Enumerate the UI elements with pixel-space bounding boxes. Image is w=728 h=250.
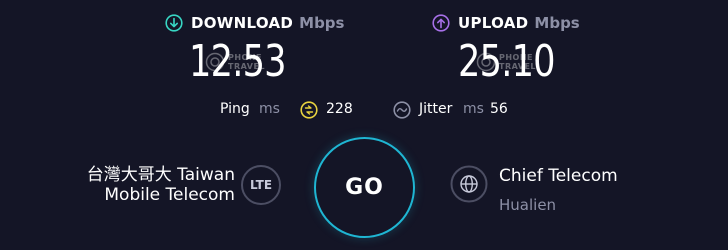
server-name[interactable]: Chief Telecom	[499, 166, 618, 186]
download-header: DOWNLOAD Mbps	[165, 14, 344, 32]
upload-label: UPLOAD	[458, 14, 529, 32]
watermark-text: PHONE TRAVEL	[499, 53, 536, 71]
watermark-text: PHONE TRAVEL	[228, 53, 265, 71]
arrow-down-circle-icon	[165, 14, 183, 32]
speedtest-result-panel: DOWNLOAD Mbps 12.53 PHONE TRAVEL UPLOAD …	[0, 0, 728, 250]
lte-badge-icon: LTE	[241, 165, 281, 205]
watermark: PHONE TRAVEL	[476, 52, 536, 72]
latency-row: Ping ms 228 Jitter ms 56	[0, 100, 728, 120]
go-button[interactable]: GO	[314, 137, 415, 238]
watermark-line2: TRAVEL	[499, 62, 537, 71]
jitter-value: 56	[490, 101, 508, 117]
ping-unit: ms	[259, 101, 280, 117]
globe-icon[interactable]	[450, 165, 488, 203]
arrow-up-circle-icon	[432, 14, 450, 32]
watermark: PHONE TRAVEL	[205, 52, 265, 72]
phone-travel-logo-icon	[476, 52, 496, 72]
server-location: Hualien	[499, 196, 557, 214]
provider-name-line1: 台灣大哥大 Taiwan	[86, 165, 235, 185]
upload-metric: UPLOAD Mbps 25.10 PHONE TRAVEL	[432, 10, 662, 90]
watermark-line1: PHONE	[228, 53, 263, 62]
go-button-label: GO	[345, 175, 384, 200]
jitter-wave-icon	[393, 101, 411, 119]
jitter-unit: ms	[463, 101, 484, 117]
ping-gauge-icon	[300, 101, 318, 119]
ping-value: 228	[326, 101, 353, 117]
download-metric: DOWNLOAD Mbps 12.53 PHONE TRAVEL	[165, 10, 395, 90]
ping-label: Ping	[220, 101, 250, 117]
provider-name: 台灣大哥大 Taiwan Mobile Telecom	[87, 165, 235, 205]
download-label: DOWNLOAD	[191, 14, 294, 32]
download-unit: Mbps	[299, 14, 345, 32]
upload-header: UPLOAD Mbps	[432, 14, 580, 32]
upload-unit: Mbps	[534, 14, 580, 32]
provider-name-line2: Mobile Telecom	[104, 185, 235, 205]
watermark-line1: PHONE	[499, 53, 534, 62]
jitter-label: Jitter	[419, 101, 453, 117]
phone-travel-logo-icon	[205, 52, 225, 72]
watermark-line2: TRAVEL	[228, 62, 266, 71]
